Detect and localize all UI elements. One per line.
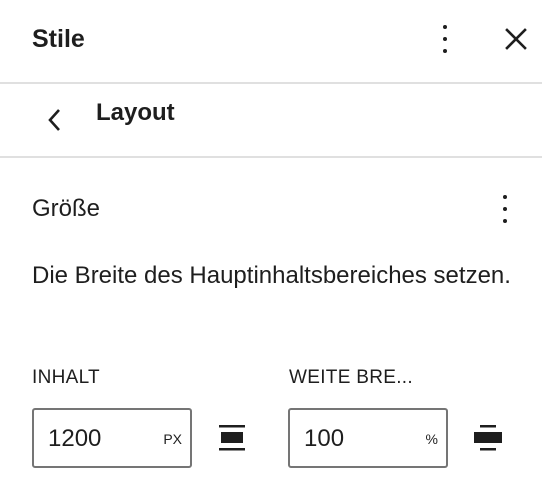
content-size-input[interactable]: 1200 PX bbox=[32, 408, 192, 468]
navigator-header: Layout bbox=[0, 86, 542, 158]
align-none-icon bbox=[219, 425, 245, 451]
wide-size-unit-select[interactable]: % bbox=[426, 430, 438, 448]
chevron-left-icon bbox=[48, 109, 60, 131]
sidebar-header: Stile bbox=[0, 0, 542, 84]
panel-description: Die Breite des Hauptinhaltsbereiches set… bbox=[32, 262, 511, 289]
content-size-value[interactable]: 1200 bbox=[48, 425, 101, 453]
content-size-unit-select[interactable]: PX bbox=[163, 430, 182, 448]
sidebar-title: Stile bbox=[32, 25, 85, 53]
vertical-ellipsis-icon bbox=[503, 195, 507, 199]
wide-size-value[interactable]: 100 bbox=[304, 425, 344, 453]
panel-options-button[interactable] bbox=[490, 188, 520, 230]
options-menu-button[interactable] bbox=[428, 18, 462, 60]
panel-title: Größe bbox=[32, 195, 101, 222]
close-icon bbox=[505, 28, 527, 50]
vertical-ellipsis-icon bbox=[443, 25, 447, 29]
navigator-title: Layout bbox=[96, 99, 175, 126]
wide-size-input[interactable]: 100 % bbox=[288, 408, 448, 468]
close-button[interactable] bbox=[498, 20, 534, 58]
content-size-label: INHALT bbox=[32, 367, 100, 388]
wide-size-label: WEITE BRE... bbox=[289, 367, 413, 388]
back-button[interactable] bbox=[38, 98, 72, 142]
align-wide-icon bbox=[474, 425, 502, 451]
